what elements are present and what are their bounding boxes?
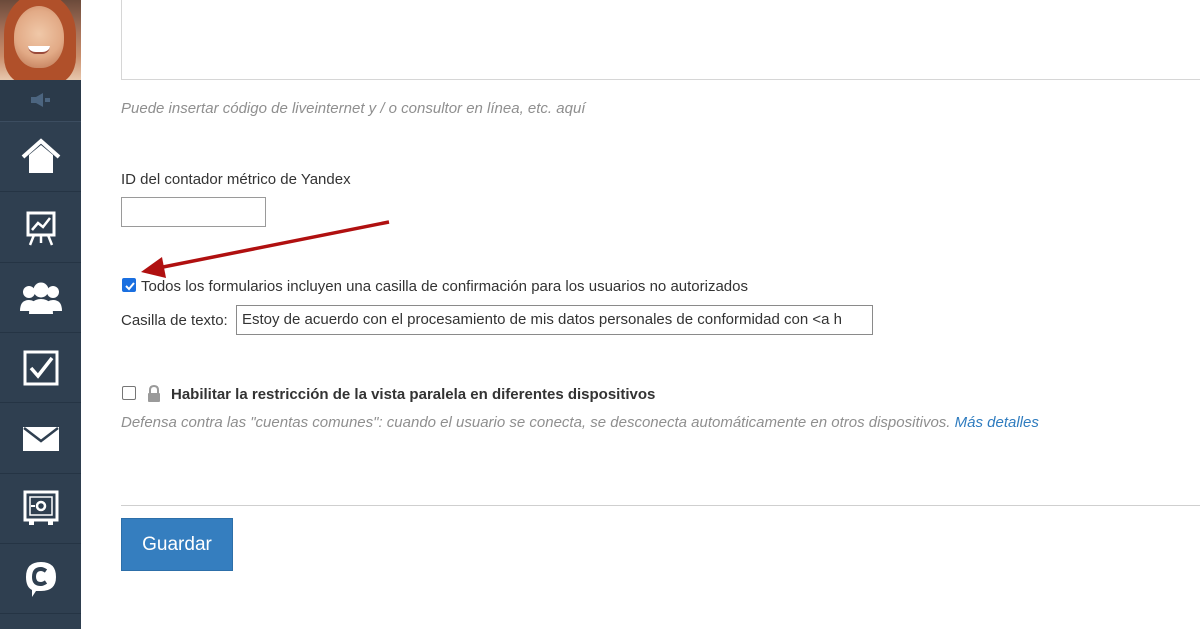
sidebar-item-chat[interactable] — [0, 544, 81, 614]
parallel-view-checkbox[interactable] — [122, 386, 136, 400]
sidebar-item-settings[interactable] — [0, 474, 81, 544]
chart-board-icon — [26, 211, 55, 245]
sidebar-item-stats[interactable] — [0, 193, 81, 263]
users-icon — [19, 282, 62, 314]
parallel-view-label[interactable]: Habilitar la restricción de la vista par… — [171, 386, 655, 403]
yandex-label: ID del contador métrico de Yandex — [121, 171, 351, 188]
code-hint: Puede insertar código de liveinternet y … — [121, 100, 586, 117]
consent-checkbox-label[interactable]: Todos los formularios incluyen una casil… — [141, 278, 748, 295]
lock-icon — [148, 385, 160, 402]
sound-toggle[interactable] — [0, 80, 81, 122]
sidebar-item-users[interactable] — [0, 263, 81, 333]
avatar-face — [14, 6, 64, 68]
text-field-label: Casilla de texto: — [121, 312, 228, 329]
checkmark-icon — [125, 282, 135, 291]
chat-c-icon — [25, 561, 56, 597]
more-details-link[interactable]: Más detalles — [955, 414, 1039, 431]
consent-checkbox[interactable] — [122, 278, 136, 292]
parallel-view-hint-text: Defensa contra las "cuentas comunes": cu… — [121, 414, 951, 431]
save-button[interactable]: Guardar — [121, 518, 233, 571]
sidebar — [0, 0, 81, 629]
yandex-counter-input[interactable] — [121, 197, 266, 227]
code-textarea[interactable] — [121, 0, 1200, 80]
divider — [121, 505, 1200, 506]
sidebar-item-home[interactable] — [0, 122, 81, 192]
sidebar-item-tasks[interactable] — [0, 333, 81, 403]
safe-settings-icon — [23, 490, 58, 525]
mail-icon — [22, 426, 59, 451]
avatar[interactable] — [0, 0, 81, 80]
speaker-icon — [31, 93, 50, 107]
home-icon — [21, 137, 60, 173]
parallel-view-hint: Defensa contra las "cuentas comunes": cu… — [121, 414, 1039, 431]
sidebar-item-mail[interactable] — [0, 404, 81, 474]
consent-text-input[interactable]: Estoy de acuerdo con el procesamiento de… — [236, 305, 873, 335]
checkbox-icon — [23, 350, 58, 385]
